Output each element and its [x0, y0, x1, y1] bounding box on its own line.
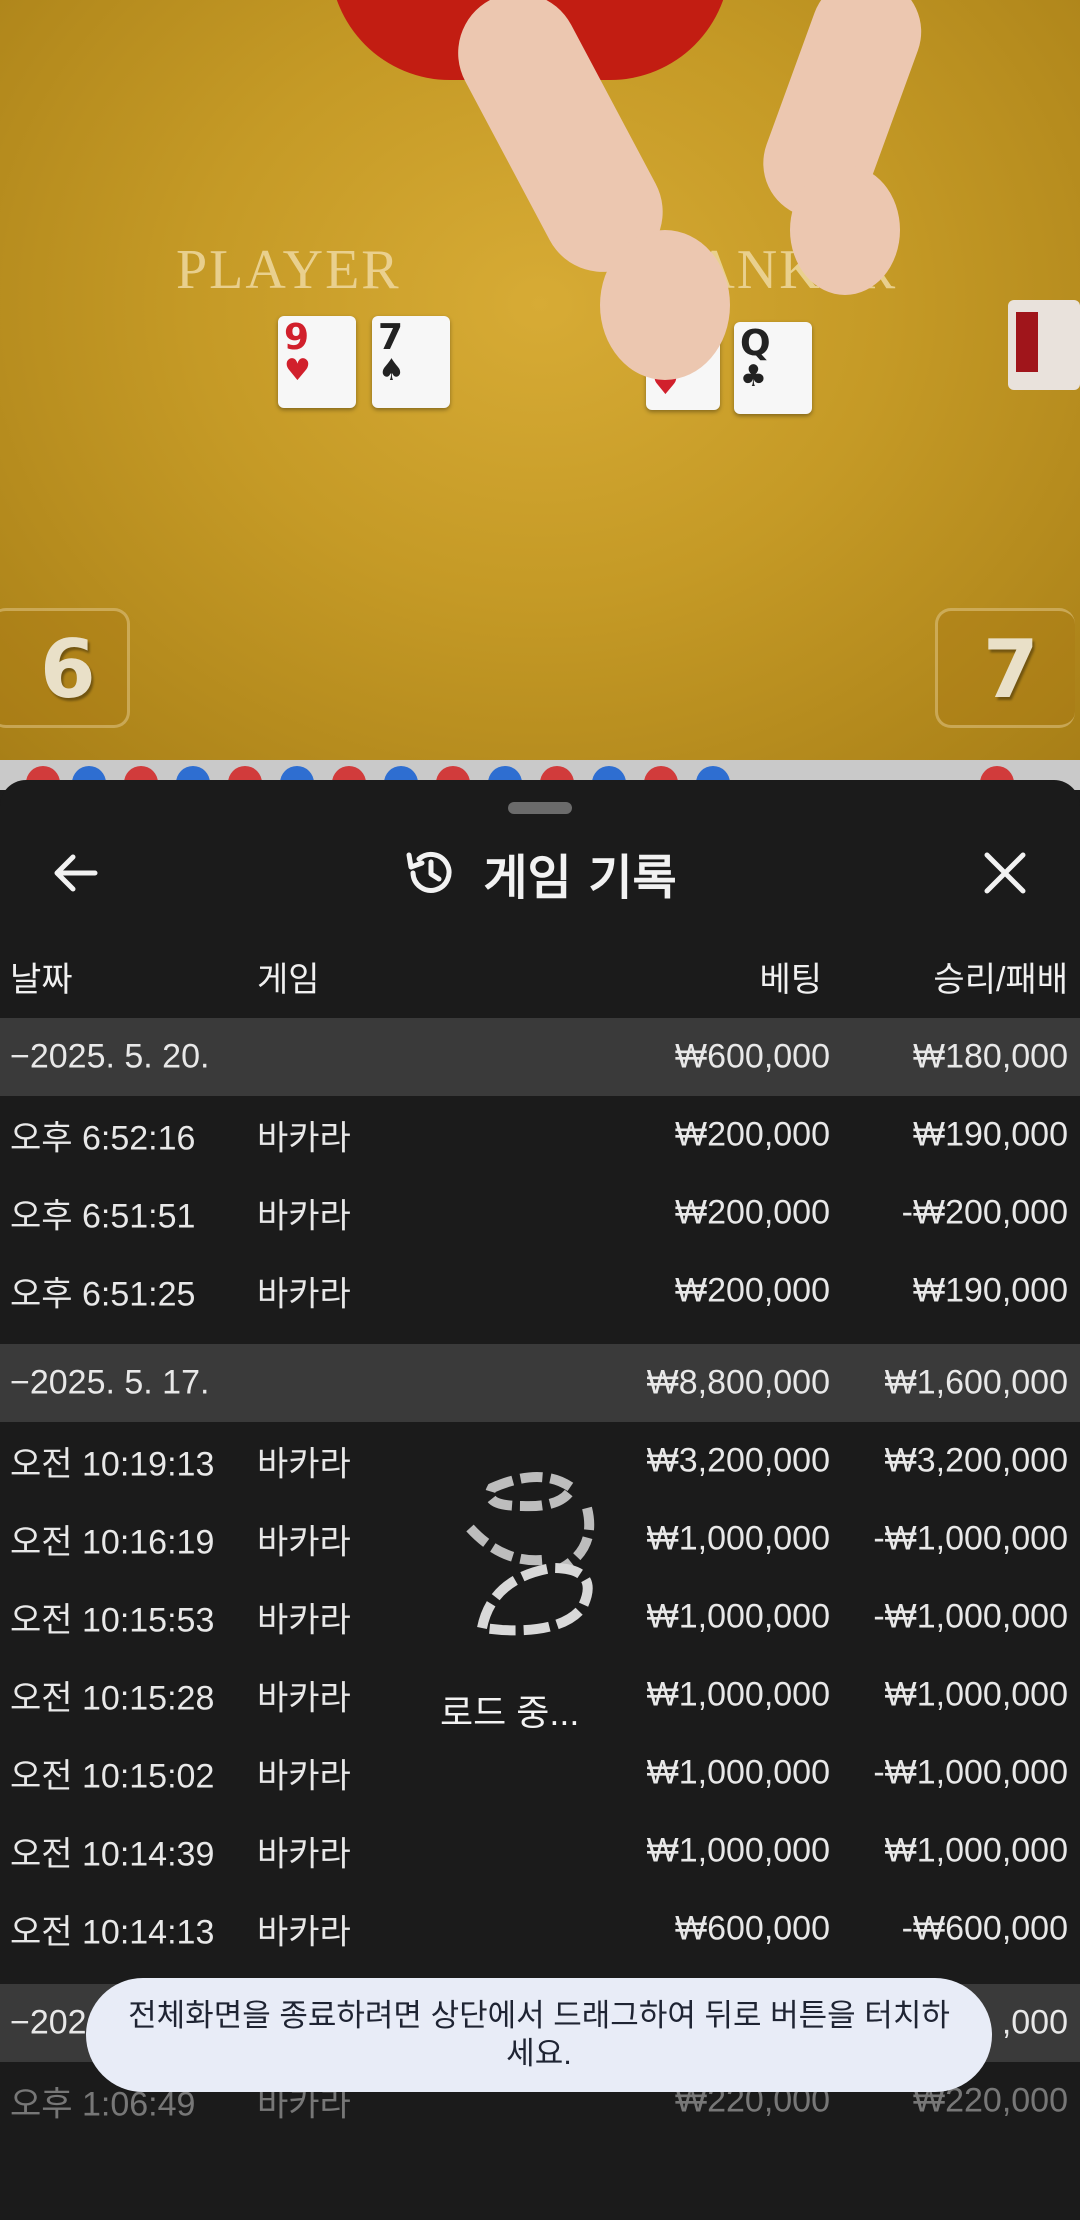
- row-winloss: -₩200,000: [901, 1193, 1068, 1232]
- row-bet: ₩1,000,000: [646, 1831, 830, 1870]
- toast-message: 전체화면을 종료하려면 상단에서 드래그하여 뒤로 버튼을 터치하세요.: [128, 1998, 950, 2071]
- dealer-hand-right: [790, 165, 900, 295]
- row-bet: ₩200,000: [675, 1193, 830, 1232]
- group-winloss-total: ₩1,600,000: [884, 1363, 1068, 1402]
- player-score: 6: [40, 623, 96, 716]
- sheet-header: 게임 기록: [0, 838, 1080, 908]
- row-winloss: -₩1,000,000: [873, 1597, 1068, 1636]
- group-bet-total: ₩8,800,000: [646, 1363, 830, 1402]
- player-label: PLAYER: [176, 239, 401, 301]
- banker-card-2: Q ♣: [734, 322, 812, 414]
- close-icon: [984, 852, 1026, 894]
- row-winloss: -₩600,000: [901, 1909, 1068, 1948]
- row-winloss: ₩1,000,000: [884, 1831, 1068, 1870]
- row-winloss: ₩1,000,000: [884, 1675, 1068, 1714]
- row-bet: ₩200,000: [675, 1115, 830, 1154]
- row-time: 오전 10:16:19: [10, 1523, 215, 1562]
- group-bet-total: ₩600,000: [675, 1037, 830, 1076]
- row-time: 오후 6:51:51: [10, 1197, 196, 1236]
- date-group-row[interactable]: −2025. 5. 20. ₩600,000 ₩180,000: [0, 1018, 1080, 1096]
- row-game: 바카라: [257, 1523, 351, 1562]
- player-card-1: 9 ♥: [278, 316, 356, 408]
- row-bet: ₩200,000: [675, 1271, 830, 1310]
- column-header-date: 날짜: [10, 961, 73, 999]
- column-header-game: 게임: [257, 961, 320, 999]
- row-time: 오전 10:14:39: [10, 1835, 215, 1874]
- row-game: 바카라: [257, 1757, 351, 1796]
- card-rank: 7: [378, 317, 404, 358]
- card-suit: ♣: [740, 359, 767, 394]
- row-time: 오전 10:14:13: [10, 1913, 215, 1952]
- sheet-title: 게임 기록: [483, 850, 677, 906]
- row-winloss: ₩190,000: [913, 1271, 1068, 1310]
- row-winloss: -₩1,000,000: [873, 1753, 1068, 1792]
- date-group-row[interactable]: −2025. 5. 17. ₩8,800,000 ₩1,600,000: [0, 1344, 1080, 1422]
- row-bet: ₩1,000,000: [646, 1753, 830, 1792]
- row-time: 오후 6:52:16: [10, 1119, 196, 1158]
- column-header-bet: 베팅: [759, 961, 822, 999]
- history-row[interactable]: 오후 6:52:16 바카라 ₩200,000 ₩190,000: [0, 1096, 1080, 1174]
- group-date: −2025. 5. 20.: [10, 1037, 210, 1076]
- row-bet: ₩3,200,000: [646, 1441, 830, 1480]
- banker-score: 7: [983, 623, 1039, 716]
- row-bet: ₩1,000,000: [646, 1675, 830, 1714]
- loading-text: 로드 중...: [440, 1692, 580, 1733]
- group-date: −202: [10, 2003, 87, 2042]
- history-row[interactable]: 오후 6:51:51 바카라 ₩200,000 -₩200,000: [0, 1174, 1080, 1252]
- row-time: 오전 10:15:28: [10, 1679, 215, 1718]
- card-shoe: [1008, 300, 1080, 390]
- row-game: 바카라: [257, 1601, 351, 1640]
- row-winloss: ₩3,200,000: [884, 1441, 1068, 1480]
- card-suit: ♥: [284, 353, 311, 388]
- row-game: 바카라: [257, 1445, 351, 1484]
- row-game: 바카라: [257, 1913, 351, 1952]
- group-winloss-total: ,000: [1001, 2003, 1068, 2042]
- back-button[interactable]: [40, 838, 110, 908]
- history-row[interactable]: 오전 10:15:02 바카라 ₩1,000,000 -₩1,000,000: [0, 1734, 1080, 1812]
- close-button[interactable]: [970, 838, 1040, 908]
- history-row[interactable]: 오전 10:14:39 바카라 ₩1,000,000 ₩1,000,000: [0, 1812, 1080, 1890]
- column-header-winloss: 승리/패배: [933, 961, 1068, 999]
- row-game: 바카라: [257, 1835, 351, 1874]
- row-time: 오전 10:15:53: [10, 1601, 215, 1640]
- card-suit: ♠: [378, 353, 405, 388]
- player-score-box: 6: [0, 608, 130, 728]
- history-row[interactable]: 오전 10:14:13 바카라 ₩600,000 -₩600,000: [0, 1890, 1080, 1968]
- dealer-hand-left: [600, 230, 730, 380]
- group-date: −2025. 5. 17.: [10, 1363, 210, 1402]
- row-bet: ₩600,000: [675, 1909, 830, 1948]
- drag-handle[interactable]: [508, 802, 572, 814]
- row-time: 오전 10:15:02: [10, 1757, 215, 1796]
- history-row[interactable]: 오후 6:51:25 바카라 ₩200,000 ₩190,000: [0, 1252, 1080, 1330]
- row-winloss: ₩190,000: [913, 1115, 1068, 1154]
- row-time: 오후 6:51:25: [10, 1275, 196, 1314]
- player-card-2: 7 ♠: [372, 316, 450, 408]
- card-rank: 9: [284, 317, 310, 358]
- row-game: 바카라: [257, 1119, 351, 1158]
- row-game: 바카라: [257, 1679, 351, 1718]
- row-bet: ₩1,000,000: [646, 1597, 830, 1636]
- row-game: 바카라: [257, 1197, 351, 1236]
- history-icon: [406, 851, 452, 893]
- loading-spinner-icon: [466, 1472, 595, 1636]
- row-winloss: -₩1,000,000: [873, 1519, 1068, 1558]
- row-time: 오전 10:19:13: [10, 1445, 215, 1484]
- group-winloss-total: ₩180,000: [913, 1037, 1068, 1076]
- banker-score-box: 7: [935, 608, 1075, 728]
- row-bet: ₩1,000,000: [646, 1519, 830, 1558]
- row-game: 바카라: [257, 1275, 351, 1314]
- fullscreen-toast: 전체화면을 종료하려면 상단에서 드래그하여 뒤로 버튼을 터치하세요.: [86, 1978, 992, 2092]
- arrow-left-icon: [54, 854, 98, 892]
- live-video: PLAYER BANKER 9 ♥ 7 ♠ 7 ♥ Q ♣ 6 7: [0, 0, 1080, 760]
- card-rank: Q: [740, 323, 771, 364]
